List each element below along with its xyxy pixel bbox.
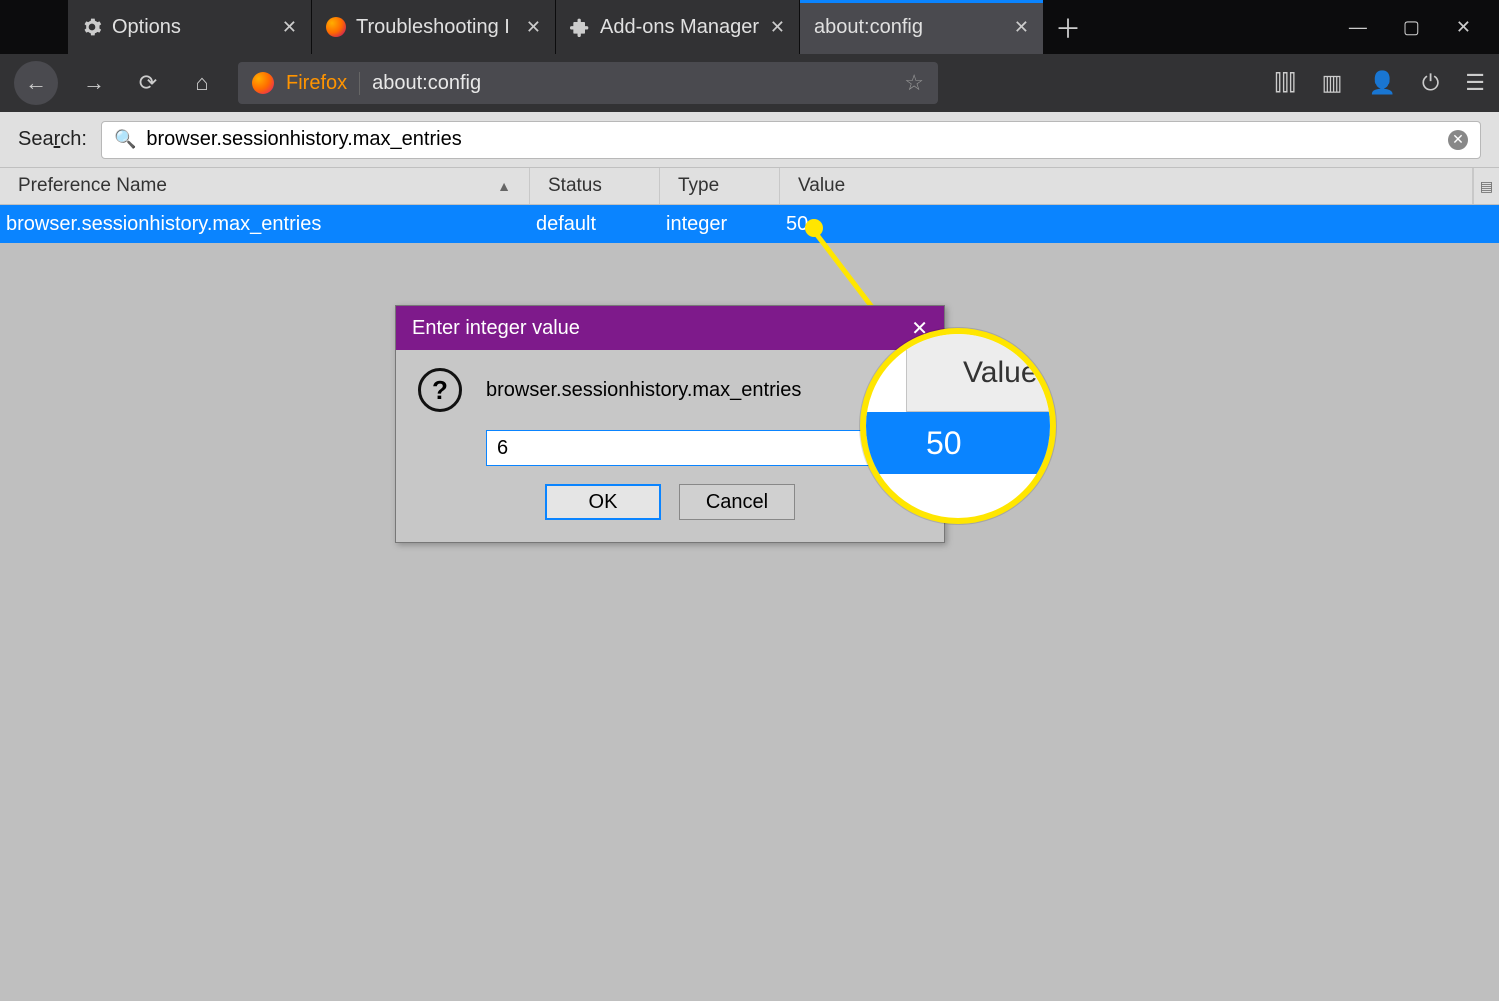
integer-input[interactable] bbox=[486, 430, 918, 466]
window-controls: — ▢ ✕ bbox=[1349, 0, 1499, 54]
cell-status: default bbox=[536, 213, 596, 236]
close-icon[interactable]: ✕ bbox=[282, 17, 297, 38]
firefox-icon bbox=[252, 72, 274, 94]
dialog-title: Enter integer value bbox=[412, 317, 580, 340]
puzzle-icon bbox=[570, 17, 590, 37]
cell-pref-name: browser.sessionhistory.max_entries bbox=[6, 213, 321, 236]
zoom-header: Value bbox=[906, 334, 1050, 412]
tab-options[interactable]: Options ✕ bbox=[68, 0, 312, 54]
content-area: Enter integer value ✕ ? browser.sessionh… bbox=[0, 243, 1499, 1001]
reload-button[interactable]: ⟳ bbox=[130, 65, 166, 101]
column-value[interactable]: Value bbox=[780, 168, 1473, 204]
cancel-button[interactable]: Cancel bbox=[679, 484, 795, 520]
column-picker-icon[interactable]: ▤ bbox=[1473, 168, 1499, 204]
zoom-value: 50 bbox=[866, 412, 1050, 474]
nav-toolbar: ← → ⟳ ⌂ Firefox about:config ☆ ⫿⫿⫿ ▥ 👤 ⏻… bbox=[0, 54, 1499, 112]
dialog-pref-name: browser.sessionhistory.max_entries bbox=[486, 379, 801, 402]
search-box[interactable]: 🔍 ✕ bbox=[101, 121, 1481, 159]
table-row[interactable]: browser.sessionhistory.max_entries defau… bbox=[0, 205, 1499, 243]
sidebar-icon[interactable]: ▥ bbox=[1322, 70, 1343, 96]
search-input[interactable] bbox=[146, 128, 1438, 151]
identity-label: Firefox bbox=[286, 72, 360, 95]
tab-label: about:config bbox=[814, 16, 923, 39]
home-button[interactable]: ⌂ bbox=[184, 65, 220, 101]
dialog-titlebar: Enter integer value ✕ bbox=[396, 306, 944, 350]
column-type[interactable]: Type bbox=[660, 168, 780, 204]
gear-icon bbox=[82, 17, 102, 37]
menu-icon[interactable]: ☰ bbox=[1465, 70, 1485, 96]
clear-search-icon[interactable]: ✕ bbox=[1448, 130, 1468, 150]
column-status[interactable]: Status bbox=[530, 168, 660, 204]
close-window-icon[interactable]: ✕ bbox=[1456, 17, 1471, 38]
table-header: Preference Name ▲ Status Type Value ▤ bbox=[0, 167, 1499, 205]
cell-type: integer bbox=[666, 213, 727, 236]
column-preference-name[interactable]: Preference Name ▲ bbox=[0, 168, 530, 204]
tab-addons[interactable]: Add-ons Manager ✕ bbox=[556, 0, 800, 54]
address-bar[interactable]: Firefox about:config ☆ bbox=[238, 62, 938, 104]
back-button[interactable]: ← bbox=[14, 61, 58, 105]
sort-asc-icon: ▲ bbox=[497, 178, 511, 194]
firefox-icon bbox=[326, 17, 346, 37]
new-tab-button[interactable]: ＋ bbox=[1044, 0, 1092, 54]
search-label: Search: bbox=[18, 128, 87, 151]
tab-troubleshooting[interactable]: Troubleshooting I ✕ bbox=[312, 0, 556, 54]
config-search-row: Search: 🔍 ✕ bbox=[0, 112, 1499, 167]
power-icon[interactable]: ⏻ bbox=[1422, 70, 1439, 96]
tab-label: Options bbox=[112, 16, 181, 39]
url-text: about:config bbox=[372, 72, 892, 95]
minimize-icon[interactable]: — bbox=[1349, 17, 1367, 38]
maximize-icon[interactable]: ▢ bbox=[1403, 17, 1420, 38]
tab-spacer bbox=[0, 0, 68, 54]
search-icon: 🔍 bbox=[114, 129, 136, 150]
ok-button[interactable]: OK bbox=[545, 484, 661, 520]
library-icon[interactable]: ⫿⫿⫿ bbox=[1275, 70, 1296, 96]
account-icon[interactable]: 👤 bbox=[1368, 70, 1395, 96]
close-icon[interactable]: ✕ bbox=[770, 17, 785, 38]
tab-label: Troubleshooting I bbox=[356, 16, 510, 39]
question-icon: ? bbox=[418, 368, 462, 412]
bookmark-star-icon[interactable]: ☆ bbox=[904, 70, 924, 96]
tab-aboutconfig[interactable]: about:config ✕ bbox=[800, 0, 1044, 54]
zoom-callout: Value 50 bbox=[860, 328, 1056, 524]
close-icon[interactable]: ✕ bbox=[1014, 17, 1029, 38]
close-icon[interactable]: ✕ bbox=[526, 17, 541, 38]
forward-button[interactable]: → bbox=[76, 65, 112, 101]
callout-anchor-dot bbox=[805, 219, 823, 237]
tab-label: Add-ons Manager bbox=[600, 16, 759, 39]
tab-bar: Options ✕ Troubleshooting I ✕ Add-ons Ma… bbox=[0, 0, 1499, 54]
